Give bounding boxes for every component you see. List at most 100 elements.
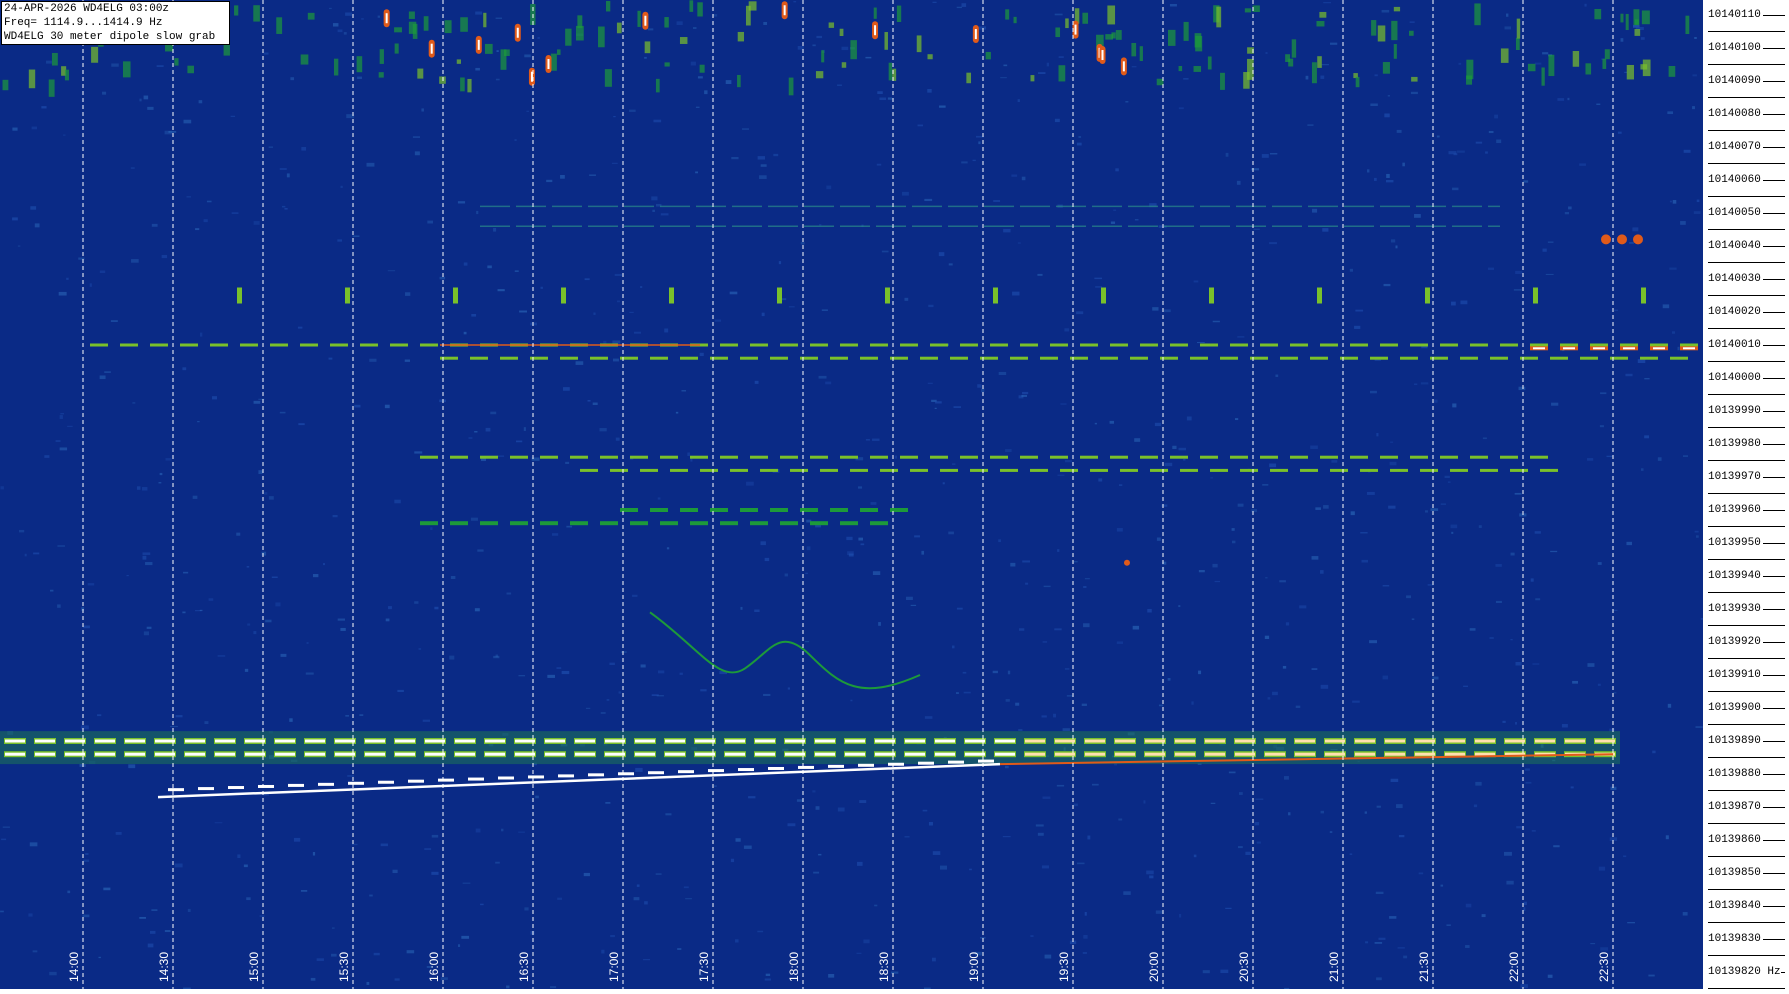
dash-row-signal	[680, 356, 698, 360]
noise-speck	[1506, 880, 1514, 885]
frequency-tick-label: 10139900	[1708, 702, 1761, 714]
steady-dash-peak	[695, 752, 715, 756]
noise-speck	[1657, 457, 1662, 461]
dash-row-signal	[750, 521, 768, 526]
noise-speck	[927, 88, 932, 93]
noise-speck	[1487, 267, 1495, 270]
dash-row-signal	[1080, 455, 1098, 459]
noise-speck	[1058, 56, 1064, 58]
noise-speck	[44, 455, 50, 458]
steady-dash-peak	[1325, 752, 1345, 756]
dash-row-signal	[390, 343, 408, 347]
signal-peak	[430, 43, 433, 54]
steady-dash-peak	[35, 739, 55, 743]
steady-dash-peak	[905, 739, 925, 743]
dash-row-signal	[1380, 455, 1398, 459]
frequency-tick-label: 10139870	[1708, 801, 1761, 813]
steady-dash-peak	[755, 739, 775, 743]
noise-speck	[198, 100, 203, 104]
steady-dash-peak	[485, 739, 505, 743]
noise-speck	[1119, 484, 1123, 487]
noise-speck	[158, 482, 162, 484]
steady-dash-peak	[1265, 752, 1285, 756]
noise-speck	[998, 539, 1001, 543]
signal-blob	[927, 54, 933, 60]
noise-speck	[243, 864, 248, 868]
noise-speck	[652, 209, 655, 213]
noise-speck	[1502, 720, 1506, 723]
noise-speck	[818, 375, 827, 379]
noise-speck	[1116, 641, 1124, 644]
noise-speck	[1421, 346, 1428, 349]
noise-speck	[647, 28, 654, 31]
dash-row-signal	[1180, 468, 1198, 472]
noise-speck	[1169, 3, 1177, 7]
dash-row-signal	[570, 455, 588, 459]
minor-tick	[1708, 394, 1785, 395]
noise-speck	[763, 693, 771, 697]
noise-speck	[1411, 618, 1415, 621]
noise-speck	[1640, 468, 1644, 471]
noise-speck	[1609, 728, 1615, 732]
noise-speck	[33, 552, 40, 555]
noise-speck	[1066, 695, 1074, 697]
noise-speck	[858, 537, 863, 541]
noise-speck	[1163, 309, 1171, 313]
signal-blob	[307, 12, 315, 20]
noise-speck	[1265, 577, 1268, 579]
noise-speck	[1320, 75, 1325, 79]
noise-speck	[1370, 103, 1378, 107]
noise-speck	[657, 497, 661, 500]
noise-speck	[731, 156, 739, 160]
signal-blob	[1216, 6, 1222, 28]
noise-speck	[1510, 639, 1513, 641]
signal-blob	[575, 25, 584, 41]
signal-blob	[1382, 62, 1390, 74]
noise-speck	[1360, 532, 1368, 534]
noise-speck	[704, 90, 708, 95]
noise-speck	[1003, 64, 1008, 67]
noise-speck	[1547, 241, 1554, 243]
noise-speck	[111, 63, 119, 67]
dash-row-signal	[950, 356, 968, 360]
signal-blob	[1065, 18, 1069, 29]
noise-speck	[993, 200, 1001, 203]
frequency-tick-label: 10140060	[1708, 174, 1761, 186]
frequency-tick-label: 10139860	[1708, 834, 1761, 846]
noise-speck	[1584, 3, 1587, 7]
noise-speck	[351, 843, 358, 846]
burst-signal	[1601, 234, 1611, 245]
ramp-dash	[888, 762, 904, 766]
steady-dash-peak	[605, 739, 625, 743]
noise-speck	[1523, 907, 1526, 912]
noise-speck	[1265, 52, 1268, 55]
noise-speck	[600, 712, 606, 714]
noise-speck	[655, 873, 662, 875]
noise-speck	[337, 29, 343, 33]
dash-row-signal	[1230, 455, 1248, 459]
noise-speck	[1632, 227, 1639, 232]
signal-blob	[1156, 78, 1164, 86]
noise-speck	[615, 437, 620, 441]
noise-speck	[373, 952, 380, 956]
signal-blob	[412, 23, 418, 39]
signal-blob	[850, 40, 857, 60]
noise-speck	[1534, 531, 1541, 534]
noise-speck	[1672, 200, 1677, 204]
noise-speck	[89, 283, 92, 287]
noise-speck	[1644, 435, 1650, 439]
signal-blob	[888, 62, 892, 81]
dash-row-signal	[1290, 343, 1308, 347]
signal-blob	[1393, 44, 1397, 59]
noise-speck	[1682, 455, 1688, 457]
noise-speck	[952, 463, 956, 465]
noise-speck	[748, 796, 756, 799]
signal-blob	[605, 0, 611, 12]
noise-speck	[629, 311, 634, 313]
steady-dash-peak	[1175, 739, 1195, 743]
noise-speck	[301, 147, 307, 151]
major-tick	[1763, 378, 1785, 379]
dash-row-signal	[990, 343, 1008, 347]
steady-dash-peak	[1235, 752, 1255, 756]
steady-dash-peak	[275, 752, 295, 756]
